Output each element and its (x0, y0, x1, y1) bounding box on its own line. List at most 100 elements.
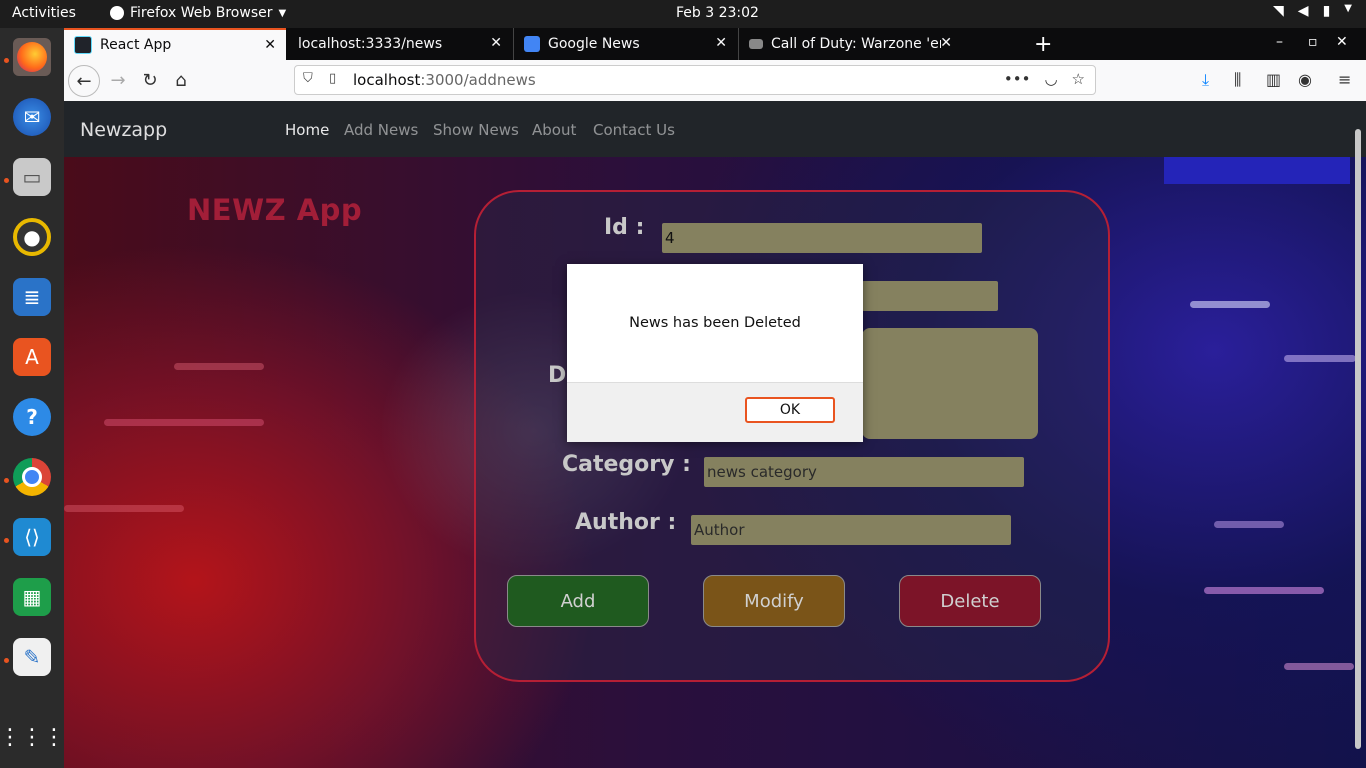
tab-title: Call of Duty: Warzone 'er (771, 36, 941, 52)
nav-home[interactable]: Home (285, 121, 329, 139)
chevron-down-icon: ▼ (1344, 3, 1352, 14)
scrollbar-thumb[interactable] (1355, 129, 1361, 749)
files-icon[interactable]: ▭ (13, 158, 51, 196)
chevron-down-icon: ▼ (278, 7, 287, 19)
title-input[interactable] (862, 281, 998, 311)
volume-icon: ◀ (1297, 3, 1309, 19)
delete-button[interactable]: Delete (899, 575, 1041, 627)
tab-title: localhost:3333/news (298, 36, 443, 52)
chrome-center (22, 467, 42, 487)
background-streak (1284, 663, 1354, 670)
google-news-icon (524, 36, 540, 52)
pocket-icon[interactable]: ◡ (1044, 70, 1057, 88)
alert-dialog: News has been Deleted OK (567, 264, 863, 442)
show-apps-icon[interactable]: ⋮⋮⋮ (0, 718, 65, 756)
calc-icon[interactable]: ▦ (13, 578, 51, 616)
running-indicator (4, 658, 9, 663)
running-indicator (4, 58, 9, 63)
rhythmbox-icon[interactable]: ● (13, 218, 51, 256)
help-icon[interactable]: ? (13, 398, 51, 436)
text-editor-icon[interactable]: ✎ (13, 638, 51, 676)
firefox-icon[interactable] (13, 38, 51, 76)
background-streak (1284, 355, 1356, 362)
nav-add-news[interactable]: Add News (344, 121, 418, 139)
navigation-toolbar: ← → ↻ ⌂ ⛉ ▯ localhost:3000/addnews ••• ◡… (64, 60, 1366, 102)
address-bar[interactable]: ⛉ ▯ localhost:3000/addnews ••• ◡ ☆ (294, 65, 1096, 95)
activities-button[interactable]: Activities (12, 5, 76, 21)
background-streak (1214, 521, 1284, 528)
vscode-icon[interactable]: ⟨⟩ (13, 518, 51, 556)
downloads-icon[interactable]: ⤓ (1202, 70, 1209, 90)
tab-google-news[interactable]: Google News ✕ (513, 28, 737, 60)
firefox-icon (110, 6, 124, 20)
react-icon (74, 36, 92, 54)
sidebar-icon[interactable]: ▥ (1266, 70, 1281, 89)
category-label: Category : (562, 452, 691, 477)
category-input[interactable]: news category (704, 457, 1024, 487)
chrome-icon[interactable] (13, 458, 51, 496)
alert-message: News has been Deleted (629, 315, 801, 331)
bbc-icon (749, 39, 763, 49)
id-label: Id : (604, 215, 645, 240)
running-indicator (4, 538, 9, 543)
ok-button[interactable]: OK (745, 397, 835, 423)
nav-about[interactable]: About (532, 121, 576, 139)
page-info-icon[interactable]: ▯ (329, 71, 336, 86)
nav-contact-us[interactable]: Contact Us (593, 121, 675, 139)
id-input[interactable]: 4 (662, 223, 982, 253)
close-icon[interactable]: ✕ (264, 37, 276, 53)
add-button[interactable]: Add (507, 575, 649, 627)
navbar-brand[interactable]: Newzapp (80, 119, 167, 141)
account-icon[interactable]: ◉ (1298, 70, 1312, 89)
nav-show-news[interactable]: Show News (433, 121, 519, 139)
writer-icon[interactable]: ≣ (13, 278, 51, 316)
modify-button[interactable]: Modify (703, 575, 845, 627)
page-actions: ••• ◡ ☆ (1004, 70, 1085, 88)
software-icon[interactable]: A (13, 338, 51, 376)
url-text[interactable]: localhost:3000/addnews (353, 71, 536, 89)
hero-title: NEWZ App (187, 193, 363, 227)
new-tab-button[interactable]: + (1034, 32, 1052, 57)
running-indicator (4, 478, 9, 483)
maximize-button[interactable]: ▫ (1308, 34, 1318, 50)
close-icon[interactable]: ✕ (490, 35, 502, 51)
back-button[interactable]: ← (68, 65, 100, 97)
wifi-icon: ◥ (1273, 3, 1284, 19)
system-top-bar: Activities Firefox Web Browser ▼ Feb 3 2… (0, 0, 1366, 28)
system-tray[interactable]: ◥ ◀ ▮ ▼ (1273, 3, 1352, 19)
tab-localhost-news[interactable]: localhost:3333/news ✕ (288, 28, 512, 60)
background-streak (1204, 587, 1324, 594)
forward-button[interactable]: → (104, 66, 132, 94)
description-textarea[interactable] (862, 328, 1038, 439)
background-streak (64, 505, 184, 512)
description-label: D (548, 363, 567, 388)
menu-icon[interactable]: ≡ (1338, 70, 1351, 89)
running-indicator (4, 178, 9, 183)
tab-title: React App (100, 37, 172, 53)
close-icon[interactable]: ✕ (940, 35, 952, 51)
shield-icon[interactable]: ⛉ (303, 71, 313, 86)
close-icon[interactable]: ✕ (715, 35, 727, 51)
app-menu-label: Firefox Web Browser (130, 5, 273, 21)
author-input[interactable]: Author (691, 515, 1011, 545)
home-button[interactable]: ⌂ (167, 66, 195, 94)
url-host: localhost (353, 71, 421, 89)
battery-icon: ▮ (1322, 3, 1331, 19)
library-icon[interactable]: ⫼ (1234, 70, 1241, 90)
app-menu[interactable]: Firefox Web Browser ▼ (110, 5, 286, 21)
firefox-logo (17, 42, 47, 72)
tab-strip: React App ✕ localhost:3333/news ✕ Google… (64, 28, 1366, 60)
reload-button[interactable]: ↻ (136, 66, 164, 94)
tab-call-of-duty[interactable]: Call of Duty: Warzone 'er ✕ (738, 28, 962, 60)
page-scrollbar[interactable] (1350, 129, 1366, 768)
minimize-button[interactable]: – (1276, 34, 1283, 50)
thunderbird-icon[interactable]: ✉ (13, 98, 51, 136)
background-streak (174, 363, 264, 370)
bookmark-star-icon[interactable]: ☆ (1072, 70, 1085, 88)
dock: ✉ ▭ ● ≣ A ? ⟨⟩ ▦ ✎ ⋮⋮⋮ (0, 28, 65, 768)
more-actions-icon[interactable]: ••• (1004, 70, 1031, 88)
clock[interactable]: Feb 3 23:02 (676, 5, 759, 21)
tab-react-app[interactable]: React App ✕ (64, 28, 286, 60)
app-navbar: Newzapp Home Add News Show News About Co… (64, 101, 1366, 157)
close-window-button[interactable]: ✕ (1336, 34, 1348, 50)
